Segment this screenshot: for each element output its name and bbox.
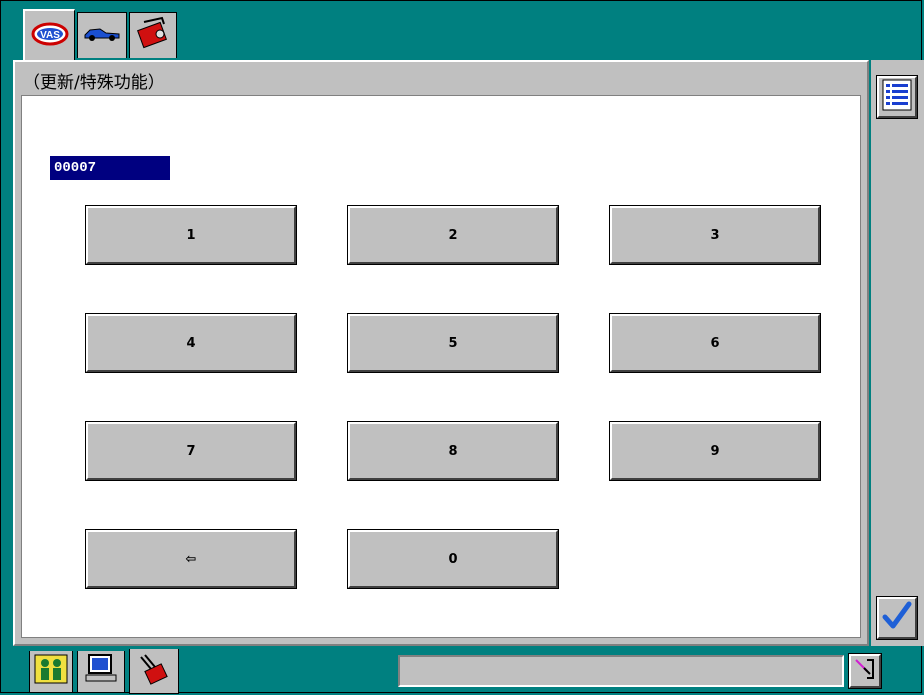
- code-display: 00007: [50, 156, 170, 180]
- key-4[interactable]: 4: [85, 313, 297, 373]
- keypad-area: 00007 1 2 3 4 5 6 7 8 9 ⇦ 0: [21, 95, 861, 638]
- multimeter-icon: [135, 651, 173, 692]
- right-toolbar: [871, 60, 924, 646]
- main-panel: （更新/特殊功能） 00007 1 2 3 4 5 6 7 8 9 ⇦ 0: [13, 60, 869, 646]
- pen-tool-icon: [853, 656, 877, 687]
- tab-vas[interactable]: VAS: [23, 9, 75, 61]
- bottom-tab-measure[interactable]: [129, 649, 179, 694]
- key-7[interactable]: 7: [85, 421, 297, 481]
- key-8[interactable]: 8: [347, 421, 559, 481]
- page-title: （更新/特殊功能）: [23, 73, 165, 93]
- vas-logo-icon: VAS: [30, 18, 70, 55]
- computer-icon: [83, 653, 119, 690]
- status-tool-button[interactable]: [848, 653, 882, 689]
- bottom-tab-computer[interactable]: [77, 651, 125, 693]
- key-backspace[interactable]: ⇦: [85, 529, 297, 589]
- status-bar: [398, 655, 844, 687]
- key-0[interactable]: 0: [347, 529, 559, 589]
- app-window: VAS （更新/特殊功能） 00007 1 2 3 4 5 6 7 8 9 ⇦ …: [0, 0, 924, 694]
- key-2[interactable]: 2: [347, 205, 559, 265]
- bottom-tab-users[interactable]: [29, 651, 73, 693]
- key-6[interactable]: 6: [609, 313, 821, 373]
- tab-tools[interactable]: [129, 12, 177, 58]
- toolbox-icon: [134, 14, 172, 57]
- confirm-button[interactable]: [876, 596, 918, 640]
- key-9[interactable]: 9: [609, 421, 821, 481]
- checkmark-icon: [882, 601, 912, 636]
- list-icon: [882, 79, 912, 116]
- tab-vehicle[interactable]: [77, 12, 127, 58]
- svg-text:VAS: VAS: [40, 30, 60, 41]
- car-icon: [82, 23, 122, 48]
- key-5[interactable]: 5: [347, 313, 559, 373]
- key-3[interactable]: 3: [609, 205, 821, 265]
- people-icon: [34, 654, 68, 689]
- list-button[interactable]: [876, 75, 918, 119]
- key-1[interactable]: 1: [85, 205, 297, 265]
